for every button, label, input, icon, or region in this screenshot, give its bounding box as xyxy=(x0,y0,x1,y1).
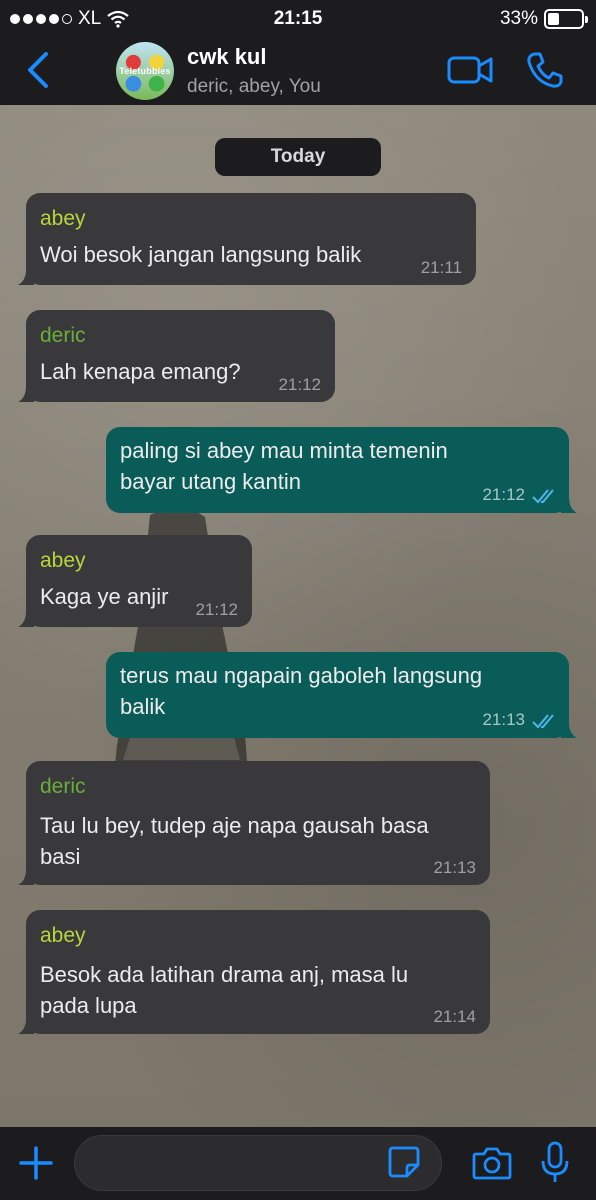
read-receipt-icon xyxy=(532,489,554,504)
message-sender: deric xyxy=(40,324,86,347)
message-bubble[interactable]: terus mau ngapain gaboleh langsung balik… xyxy=(106,652,577,738)
message-bubble[interactable]: abey Besok ada latihan drama anj, masa l… xyxy=(18,910,490,1034)
message-sender: abey xyxy=(40,924,86,947)
message-bubble[interactable]: abey Kaga ye anjir 21:12 xyxy=(18,535,252,627)
message-text: bayar utang kantin xyxy=(120,469,302,494)
video-camera-icon[interactable] xyxy=(446,52,494,88)
avatar-text: Teletubbies xyxy=(119,66,171,76)
message-time: 21:12 xyxy=(195,600,238,619)
battery-percent: 33% xyxy=(499,8,538,29)
status-bar: XL 21:15 33% xyxy=(0,0,596,36)
bubble-tail xyxy=(18,611,34,627)
message-text: balik xyxy=(120,694,166,719)
sticker-icon[interactable] xyxy=(387,1145,421,1179)
message-bubble[interactable]: deric Lah kenapa emang? 21:12 xyxy=(18,310,335,402)
message-text: Lah kenapa emang? xyxy=(40,359,241,384)
message-bubble[interactable]: abey Woi besok jangan langsung balik 21:… xyxy=(18,193,476,285)
message-text: paling si abey mau minta temenin xyxy=(120,438,448,463)
message-time: 21:11 xyxy=(420,258,462,277)
message-text: basi xyxy=(40,844,81,869)
message-text: Woi besok jangan langsung balik xyxy=(40,242,362,267)
chat-participants[interactable]: deric, abey, You xyxy=(187,76,321,98)
message-time: 21:13 xyxy=(433,858,476,877)
message-bubble[interactable]: deric Tau lu bey, tudep aje napa gausah … xyxy=(18,761,490,885)
message-text: pada lupa xyxy=(40,993,137,1018)
battery-icon xyxy=(544,9,588,29)
microphone-icon[interactable] xyxy=(540,1141,570,1185)
camera-icon[interactable] xyxy=(472,1145,512,1181)
bubble-tail xyxy=(18,386,34,402)
bubble-tail xyxy=(18,869,34,885)
composer-bar xyxy=(0,1127,596,1200)
message-text: Tau lu bey, tudep aje napa gausah basa xyxy=(40,813,429,838)
group-avatar[interactable]: Teletubbies xyxy=(116,42,174,100)
phone-icon[interactable] xyxy=(525,50,565,90)
status-right: 33% xyxy=(499,8,588,30)
battery-fill xyxy=(548,13,559,25)
message-text: terus mau ngapain gaboleh langsung xyxy=(120,663,483,688)
plus-icon[interactable] xyxy=(18,1145,54,1181)
date-divider: Today xyxy=(215,138,381,176)
bubble-tail xyxy=(561,497,577,513)
chevron-left-icon[interactable] xyxy=(22,50,54,90)
message-time: 21:12 xyxy=(482,485,525,504)
message-time: 21:12 xyxy=(278,375,321,394)
bubble-tail xyxy=(18,1018,34,1034)
message-bubble[interactable]: paling si abey mau minta temenin bayar u… xyxy=(106,427,577,513)
message-sender: abey xyxy=(40,207,86,230)
bubble-tail xyxy=(561,722,577,738)
message-text: Kaga ye anjir xyxy=(40,584,169,609)
chat-header: Teletubbies cwk kul deric, abey, You xyxy=(0,36,596,105)
message-text: Besok ada latihan drama anj, masa lu xyxy=(40,962,409,987)
message-time: 21:14 xyxy=(433,1007,476,1026)
message-sender: deric xyxy=(40,775,86,798)
chat-title[interactable]: cwk kul xyxy=(187,44,266,70)
read-receipt-icon xyxy=(532,714,554,729)
message-sender: abey xyxy=(40,549,86,572)
bubble-tail xyxy=(18,269,34,285)
message-time: 21:13 xyxy=(482,710,525,729)
